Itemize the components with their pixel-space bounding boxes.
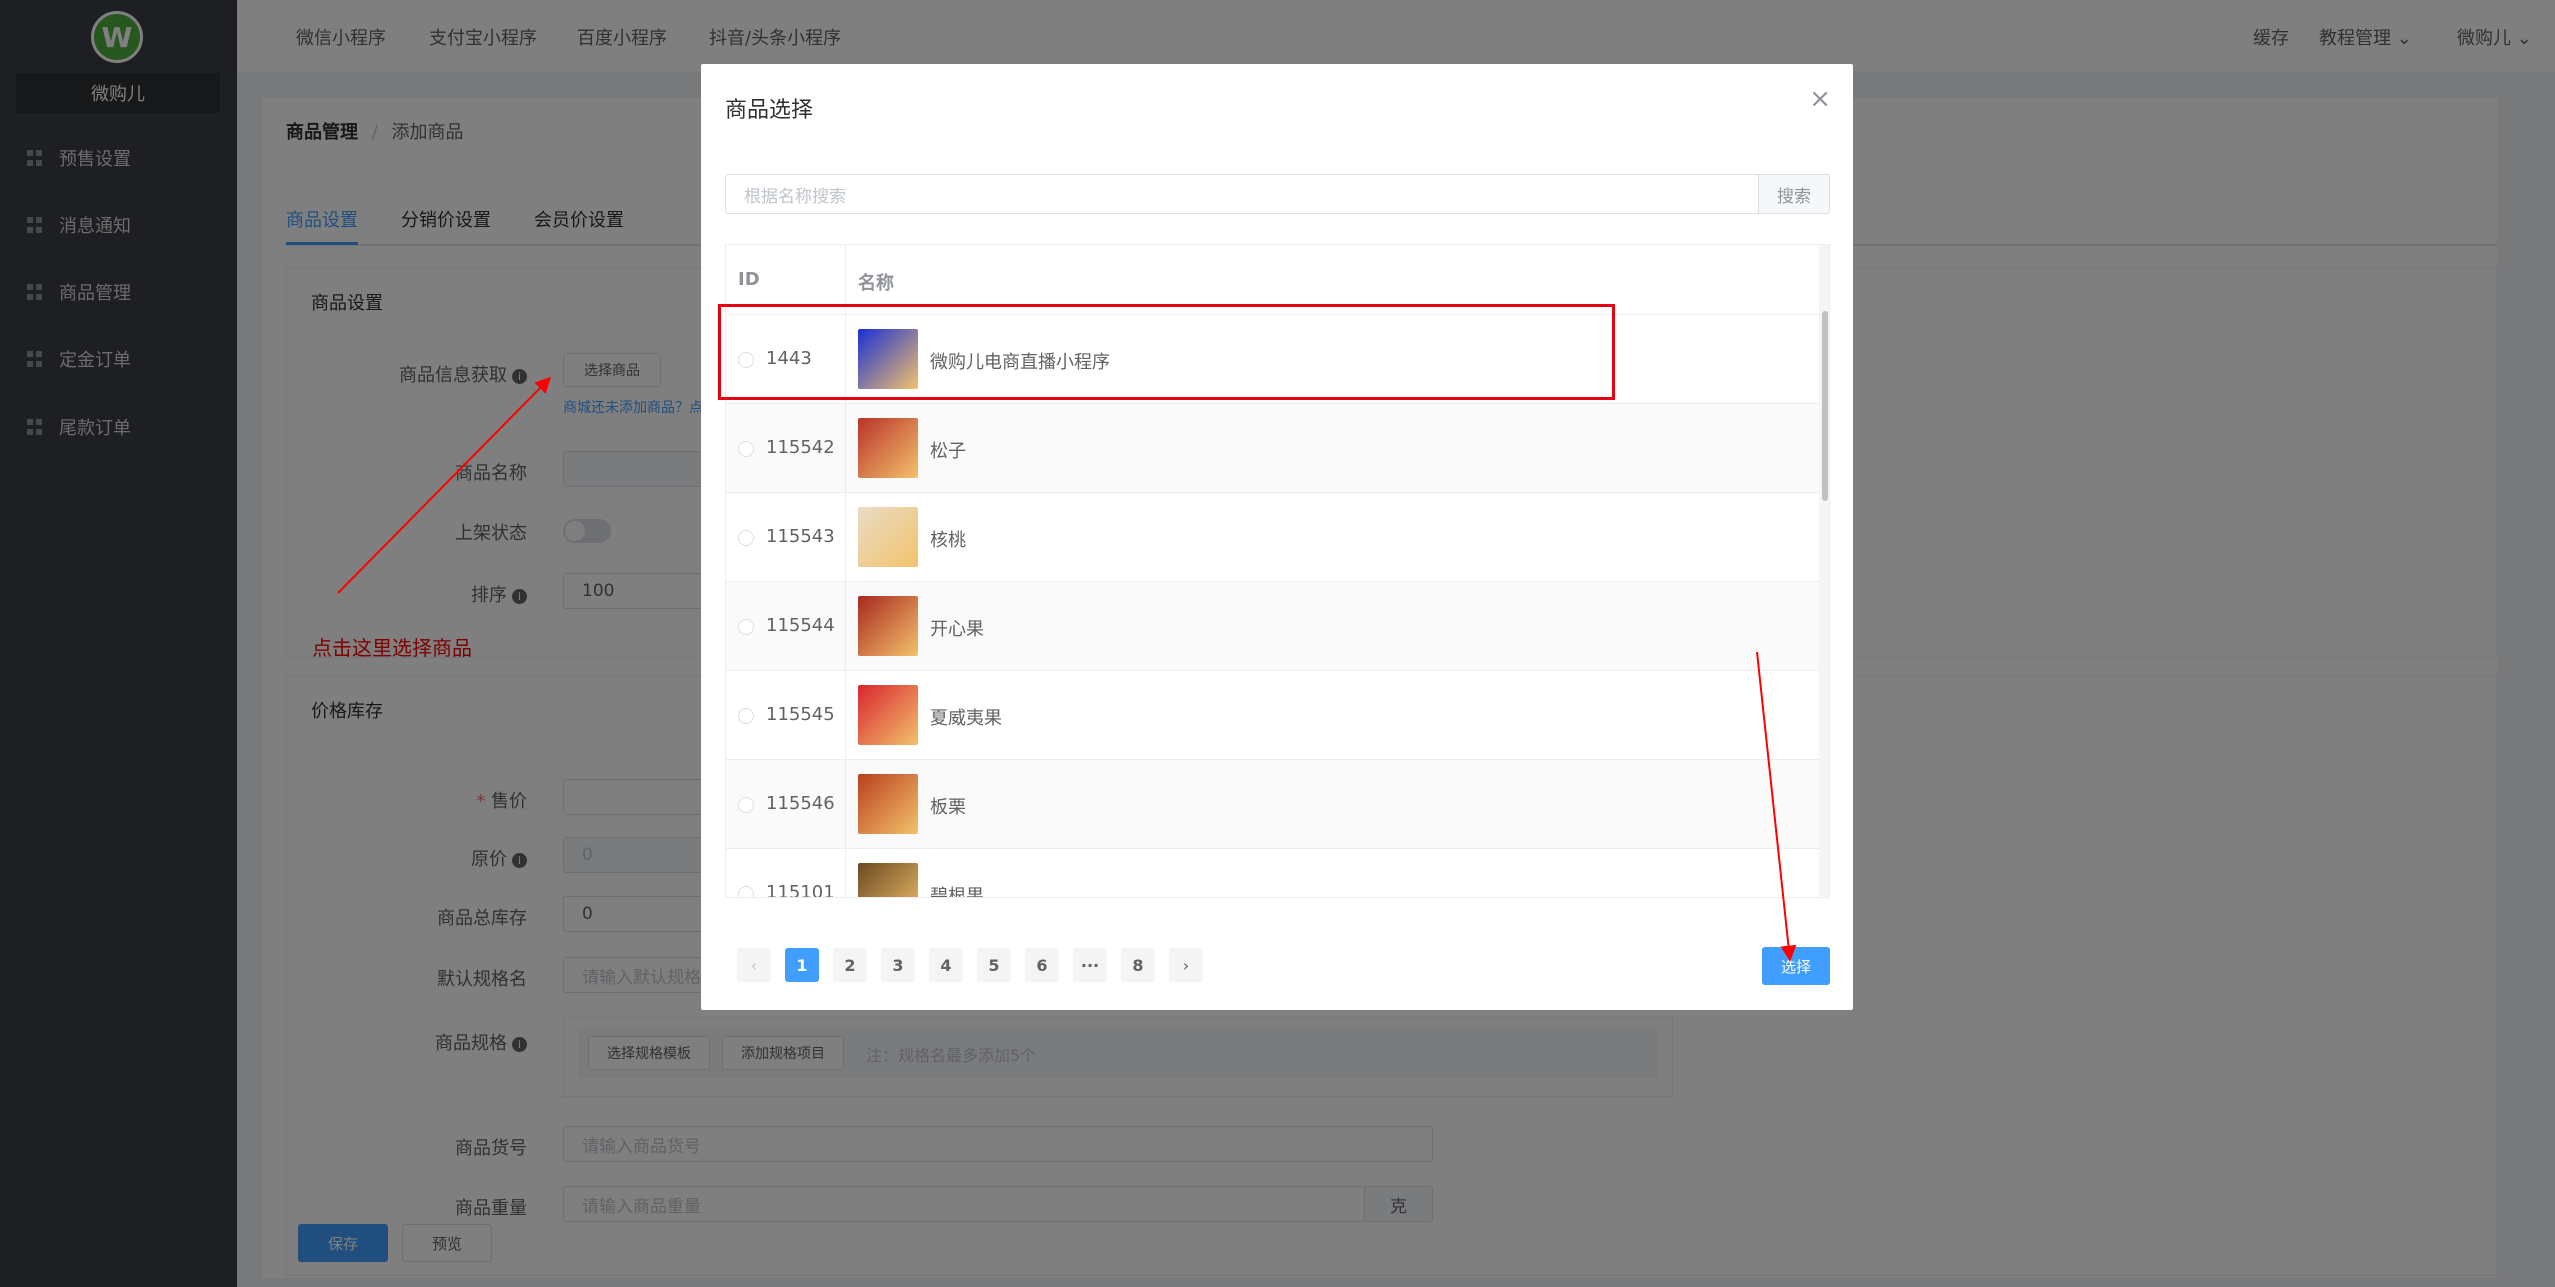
scroll-thumb[interactable]: [1822, 311, 1828, 501]
table-row[interactable]: 115101 碧根果: [726, 849, 1819, 898]
table-row[interactable]: 115543 核桃: [726, 493, 1819, 582]
row-id: 115542: [766, 437, 835, 458]
column-name: 名称: [858, 273, 894, 294]
table-header: ID 名称: [726, 245, 1819, 315]
row-radio[interactable]: [738, 708, 754, 724]
search-button[interactable]: 搜索: [1758, 174, 1830, 214]
search-input[interactable]: 根据名称搜索: [725, 174, 1759, 214]
goods-thumbnail: [858, 418, 918, 478]
goods-thumbnail: [858, 774, 918, 834]
row-name: 板栗: [930, 797, 966, 818]
row-name: 微购儿电商直播小程序: [930, 352, 1110, 373]
goods-thumbnail: [858, 685, 918, 745]
row-id: 1443: [766, 348, 812, 369]
goods-thumbnail: [858, 507, 918, 567]
table-row[interactable]: 115544 开心果: [726, 582, 1819, 671]
page-number[interactable]: 5: [977, 948, 1011, 982]
page-ellipsis[interactable]: ···: [1073, 948, 1107, 982]
page-number[interactable]: 1: [785, 948, 819, 982]
row-id: 115545: [766, 704, 835, 725]
row-id: 115543: [766, 526, 835, 547]
page-number[interactable]: 6: [1025, 948, 1059, 982]
page-number[interactable]: 8: [1121, 948, 1155, 982]
row-name: 夏威夷果: [930, 708, 1002, 729]
row-radio[interactable]: [738, 797, 754, 813]
row-id: 115544: [766, 615, 835, 636]
row-name: 碧根果: [930, 886, 984, 898]
next-page-button[interactable]: ›: [1169, 948, 1203, 982]
prev-page-button[interactable]: ‹: [737, 948, 771, 982]
table-row[interactable]: 115546 板栗: [726, 760, 1819, 849]
page-number[interactable]: 3: [881, 948, 915, 982]
column-id: ID: [738, 269, 760, 290]
select-button[interactable]: 选择: [1762, 947, 1830, 985]
row-name: 松子: [930, 441, 966, 462]
goods-thumbnail: [858, 596, 918, 656]
table-row[interactable]: 1443 微购儿电商直播小程序: [726, 315, 1819, 404]
row-radio[interactable]: [738, 352, 754, 368]
goods-select-modal: 商品选择 × 根据名称搜索 搜索 ID 名称 1443 微购儿电商直播小程序 115…: [701, 64, 1853, 1010]
page-number[interactable]: 4: [929, 948, 963, 982]
row-radio[interactable]: [738, 530, 754, 546]
goods-table: ID 名称 1443 微购儿电商直播小程序 115542 松子 115543 核桃 1155…: [725, 244, 1830, 898]
row-name: 核桃: [930, 530, 966, 551]
modal-title: 商品选择: [725, 98, 814, 123]
table-row[interactable]: 115545 夏威夷果: [726, 671, 1819, 760]
row-radio[interactable]: [738, 441, 754, 457]
goods-thumbnail: [858, 863, 918, 897]
table-scrollbar[interactable]: [1819, 245, 1829, 897]
close-icon[interactable]: ×: [1809, 84, 1831, 114]
row-id: 115546: [766, 793, 835, 814]
row-name: 开心果: [930, 619, 984, 640]
page-number[interactable]: 2: [833, 948, 867, 982]
row-radio[interactable]: [738, 886, 754, 897]
goods-thumbnail: [858, 329, 918, 389]
table-row[interactable]: 115542 松子: [726, 404, 1819, 493]
row-id: 115101: [766, 882, 835, 898]
row-radio[interactable]: [738, 619, 754, 635]
